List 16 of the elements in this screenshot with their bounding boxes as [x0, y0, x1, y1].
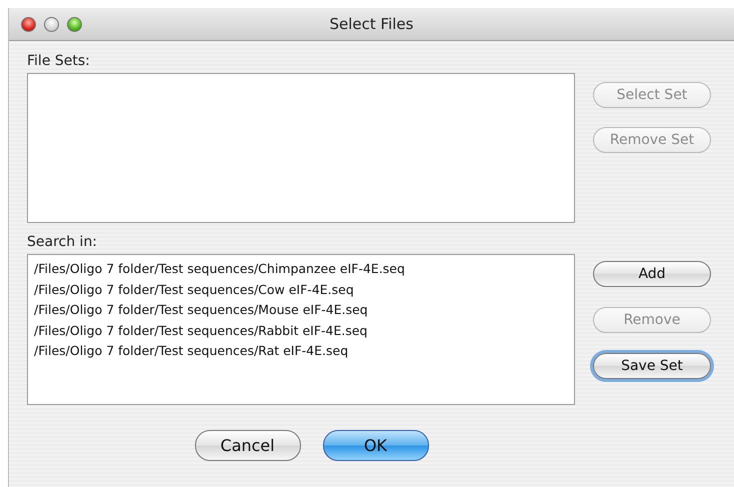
zoom-button[interactable] — [67, 16, 82, 32]
dialog-button[interactable]: OK — [322, 430, 428, 461]
list-item[interactable]: /Files/Oligo 7 folder/Test sequences/Rabbit eIF-4E.seq — [32, 320, 570, 341]
file-sets-label: File Sets: — [27, 53, 91, 69]
list-item[interactable]: /Files/Oligo 7 folder/Test sequences/Chimpanzee eIF-4E.seq — [32, 259, 570, 280]
close-button[interactable] — [21, 16, 36, 32]
search-in-label: Search in: — [27, 234, 98, 250]
list-item[interactable]: /Files/Oligo 7 folder/Test sequences/Cow eIF-4E.seq — [32, 280, 570, 300]
search-in-list[interactable] — [27, 254, 575, 405]
list-item[interactable]: /Files/Oligo 7 folder/Test sequences/Mouse eIF-4E.seq — [32, 300, 570, 320]
list-button[interactable]: Add — [593, 261, 711, 287]
dialog-button[interactable]: Cancel — [194, 430, 300, 461]
list-item[interactable]: /Files/Oligo 7 folder/Test sequences/Rat eIF-4E.seq — [32, 341, 570, 362]
window-title: Select Files — [330, 15, 414, 33]
minimize-button[interactable] — [44, 16, 59, 32]
list-button[interactable]: Save Set — [593, 353, 711, 379]
